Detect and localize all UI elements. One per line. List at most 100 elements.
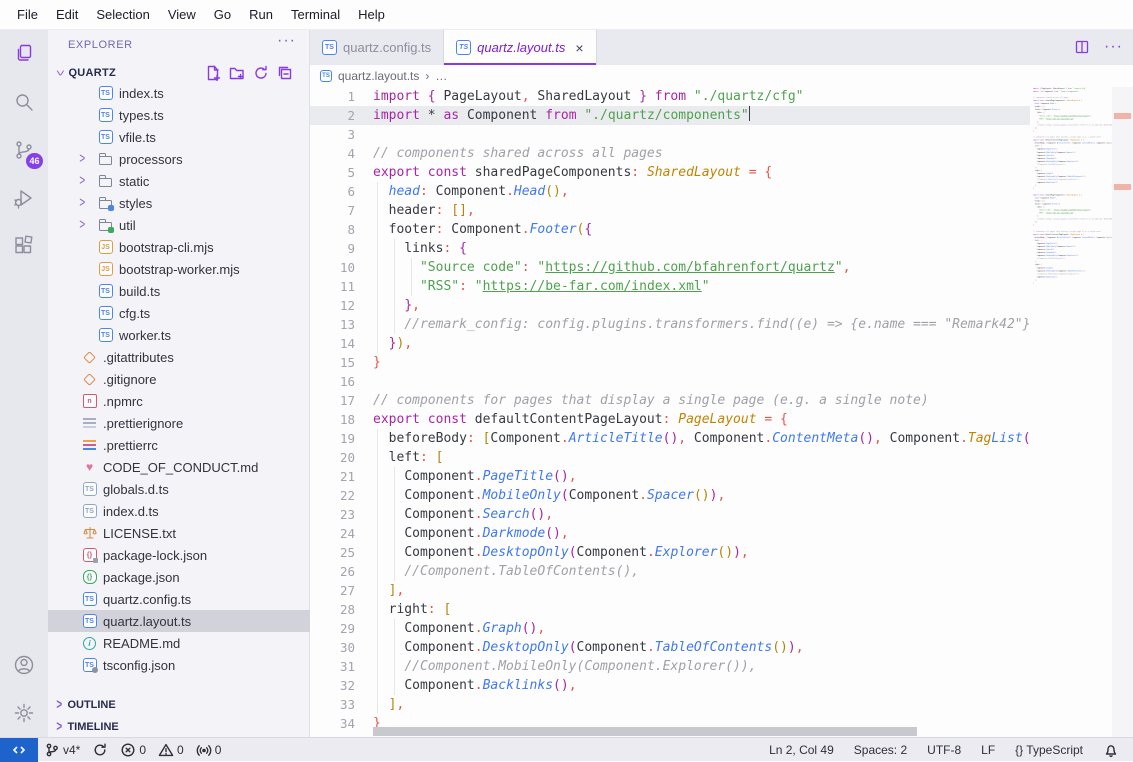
minimap[interactable]: 1import { PageLayout, SharedLayout } fro…	[1030, 87, 1112, 737]
code-line-19[interactable]: 19 beforeBody: [Component.ArticleTitle()…	[310, 429, 1030, 448]
code-line-12[interactable]: 12 },	[310, 296, 1030, 315]
code-line-13[interactable]: 13 //remark_config: config.plugins.trans…	[310, 315, 1030, 334]
activity-search-icon[interactable]	[0, 78, 48, 126]
activity-explorer-icon[interactable]	[0, 30, 48, 78]
tree-item-LICENSE.txt[interactable]: LICENSE.txt	[48, 522, 310, 544]
code-line-22[interactable]: 22 Component.MobileOnly(Component.Spacer…	[310, 486, 1030, 505]
line-number[interactable]: 27	[310, 581, 355, 600]
line-number[interactable]: 10	[310, 258, 355, 277]
line-number[interactable]: 22	[310, 486, 355, 505]
code-line-2[interactable]: 2import * as Component from "./quartz/co…	[310, 106, 1030, 125]
line-number[interactable]: 18	[310, 410, 355, 429]
code-line-23[interactable]: 23 Component.Search(),	[310, 505, 1030, 524]
horizontal-scrollbar[interactable]	[373, 727, 917, 736]
status-ln-2-col-49[interactable]: Ln 2, Col 49	[763, 738, 840, 762]
status-utf-8[interactable]: UTF-8	[921, 738, 967, 762]
line-number[interactable]: 16	[310, 372, 355, 391]
code-line-6[interactable]: 6 head: Component.Head(),	[310, 182, 1030, 201]
tree-item-.prettierrc[interactable]: .prettierrc	[48, 434, 310, 456]
line-number[interactable]: 33	[310, 695, 355, 714]
line-number[interactable]: 7	[310, 201, 355, 220]
code-line-27[interactable]: 27 ],	[310, 581, 1030, 600]
line-number[interactable]: 11	[310, 277, 355, 296]
line-number[interactable]: 9	[310, 239, 355, 258]
editor-more-actions-icon[interactable]: ···	[1104, 38, 1123, 56]
line-number[interactable]: 1	[310, 87, 355, 106]
code-line-13[interactable]: 13 //remark_config: config.plugins.trans…	[1030, 218, 1112, 221]
line-number[interactable]: 5	[310, 163, 355, 182]
more-actions-icon[interactable]: ···	[277, 32, 296, 50]
tree-item-.prettierignore[interactable]: .prettierignore	[48, 412, 310, 434]
code-line-20[interactable]: 20 left: [	[310, 448, 1030, 467]
activity-run-debug-icon[interactable]	[0, 174, 48, 222]
status-branch[interactable]: v4*	[38, 738, 86, 762]
status-warnings[interactable]: 0	[152, 738, 190, 762]
tree-item-package.json[interactable]: {} package.json	[48, 566, 310, 588]
tree-item-.npmrc[interactable]: n .npmrc	[48, 390, 310, 412]
code-line-1[interactable]: 1import { PageLayout, SharedLayout } fro…	[310, 87, 1030, 106]
breadcrumb-more[interactable]: …	[435, 69, 447, 83]
line-number[interactable]: 19	[310, 429, 355, 448]
collapse-all-icon[interactable]	[277, 65, 293, 81]
line-number[interactable]: 26	[310, 562, 355, 581]
code-line-21[interactable]: 21 Component.PageTitle(),	[310, 467, 1030, 486]
line-number[interactable]: 17	[310, 391, 355, 410]
code-line-5[interactable]: 5export const sharedPageComponents: Shar…	[310, 163, 1030, 182]
code-line-25[interactable]: 25 Component.DesktopOnly(Component.Explo…	[310, 543, 1030, 562]
code-line-26[interactable]: 26 //Component.TableOfContents(),	[310, 562, 1030, 581]
line-number[interactable]: 12	[310, 296, 355, 315]
refresh-icon[interactable]	[253, 65, 269, 81]
menu-view[interactable]: View	[159, 0, 205, 30]
tree-item-processors[interactable]: > processors	[48, 148, 310, 170]
line-number[interactable]: 30	[310, 638, 355, 657]
tree-item-quartz.layout.ts[interactable]: TS quartz.layout.ts	[48, 610, 310, 632]
tree-item-vfile.ts[interactable]: TS vfile.ts	[48, 126, 310, 148]
menu-terminal[interactable]: Terminal	[282, 0, 349, 30]
menu-help[interactable]: Help	[349, 0, 394, 30]
line-number[interactable]: 31	[310, 657, 355, 676]
activity-source-control-icon[interactable]: 46	[0, 126, 48, 174]
menu-file[interactable]: File	[8, 0, 47, 30]
code-line-11[interactable]: 11 "RSS": "https://be-far.com/index.xml"	[310, 277, 1030, 296]
code-line-10[interactable]: 10 "Source code": "https://github.com/bf…	[310, 258, 1030, 277]
code-line-9[interactable]: 9 links: {	[310, 239, 1030, 258]
tree-item-README.md[interactable]: i README.md	[48, 632, 310, 654]
code-line-19[interactable]: 19 beforeBody: [Component.ArticleTitle()…	[1030, 142, 1112, 145]
line-number[interactable]: 13	[310, 315, 355, 334]
line-number[interactable]: 34	[310, 714, 355, 733]
line-number[interactable]: 15	[310, 353, 355, 372]
code-editor[interactable]: 1import { PageLayout, SharedLayout } fro…	[310, 87, 1030, 737]
code-line-29[interactable]: 29 Component.Graph(),	[310, 619, 1030, 638]
code-line-4[interactable]: 4// components shared across all pages	[310, 144, 1030, 163]
new-file-icon[interactable]	[205, 65, 221, 81]
menu-edit[interactable]: Edit	[47, 0, 87, 30]
tree-item-worker.ts[interactable]: TS worker.ts	[48, 324, 310, 346]
menu-selection[interactable]: Selection	[87, 0, 158, 30]
tree-item-build.ts[interactable]: TS build.ts	[48, 280, 310, 302]
tree-item-bootstrap-cli.mjs[interactable]: JS bootstrap-cli.mjs	[48, 236, 310, 258]
status-ports[interactable]: 0	[190, 738, 228, 762]
tree-item-util[interactable]: > util	[48, 214, 310, 236]
code-line-32[interactable]: 32 Component.Backlinks(),	[310, 676, 1030, 695]
bell-icon[interactable]	[1097, 738, 1125, 762]
section-timeline[interactable]: > TIMELINE	[48, 716, 310, 738]
line-number[interactable]: 23	[310, 505, 355, 524]
tree-item-bootstrap-worker.mjs[interactable]: JS bootstrap-worker.mjs	[48, 258, 310, 280]
code-line-7[interactable]: 7 header: [],	[310, 201, 1030, 220]
remote-indicator[interactable]	[0, 738, 38, 762]
activity-settings-icon[interactable]	[0, 689, 48, 737]
code-line-15[interactable]: 15}	[310, 353, 1030, 372]
code-line-16[interactable]: 16	[310, 372, 1030, 391]
status-errors[interactable]: 0	[114, 738, 152, 762]
menu-go[interactable]: Go	[205, 0, 240, 30]
activity-extensions-icon[interactable]	[0, 222, 48, 270]
tree-item-CODE_OF_CONDUCT.md[interactable]: ♥ CODE_OF_CONDUCT.md	[48, 456, 310, 478]
menu-run[interactable]: Run	[240, 0, 282, 30]
activity-account-icon[interactable]	[0, 641, 48, 689]
breadcrumb-file[interactable]: quartz.layout.ts	[338, 69, 419, 83]
code-line-18[interactable]: 18export const defaultContentPageLayout:…	[310, 410, 1030, 429]
new-folder-icon[interactable]	[229, 65, 245, 81]
code-line-28[interactable]: 28 right: [	[310, 600, 1030, 619]
tree-item-static[interactable]: > static	[48, 170, 310, 192]
line-number[interactable]: 24	[310, 524, 355, 543]
